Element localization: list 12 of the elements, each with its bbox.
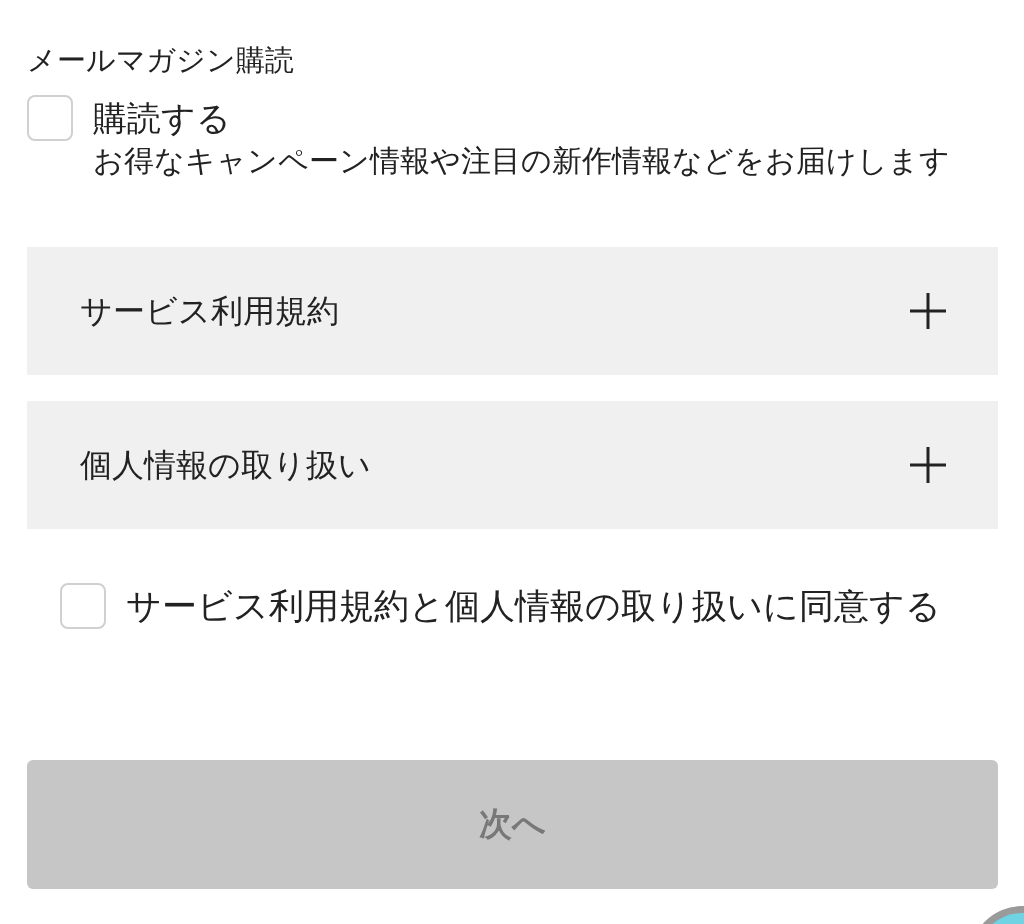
accordion-title: サービス利用規約 (80, 291, 339, 332)
checkbox[interactable] (60, 583, 106, 629)
checkbox[interactable] (27, 95, 73, 141)
section-heading: メールマガジン購読 (27, 42, 294, 78)
plus-icon (910, 293, 946, 329)
plus-icon (910, 447, 946, 483)
checkbox-label[interactable]: 購読する (93, 95, 231, 141)
description-text: お得なキャンペーン情報や注目の新作情報などをお届けします (93, 142, 950, 180)
checkbox-label[interactable]: サービス利用規約と個人情報の取り扱いに同意する (126, 583, 941, 629)
accordion-header[interactable]: サービス利用規約 (27, 247, 998, 375)
accordion-title: 個人情報の取り扱い (80, 445, 371, 486)
accordion-header[interactable]: 個人情報の取り扱い (27, 401, 998, 529)
